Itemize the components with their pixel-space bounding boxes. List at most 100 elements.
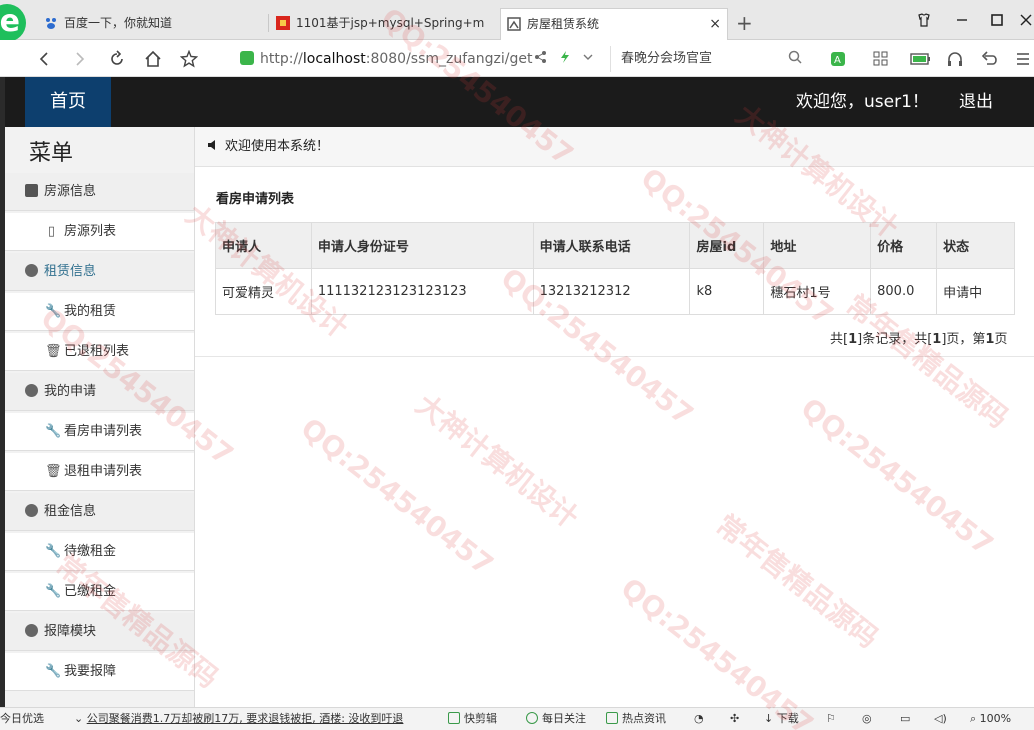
column-header: 地址 <box>763 222 872 269</box>
back-icon[interactable] <box>32 46 58 72</box>
wrench-icon: 🔧 <box>45 664 62 679</box>
item-label: 已缴租金 <box>64 584 117 599</box>
share-icon[interactable] <box>534 50 548 64</box>
sidebar: 菜单 房源信息 ▯ 房源列表 租赁信息 🔧 我的租赁 🗑 已退租列表 我的申请 🔧 看房… <box>5 127 195 707</box>
watermark-text: QQ:254540457 <box>294 411 500 582</box>
wrench-icon: 🔧 <box>45 304 62 319</box>
favorite-star-icon[interactable] <box>176 46 202 72</box>
welcome-text: 欢迎您，user1！ <box>796 92 929 112</box>
sidebar-item-report-fault[interactable]: 🔧 我要报障 <box>5 653 194 691</box>
quick-edit-button[interactable]: 快剪辑 <box>448 708 497 730</box>
viewing-requests-table: 申请人 申请人身份证号 申请人联系电话 房屋id 地址 价格 状态 可爱精灵 1… <box>215 222 1015 315</box>
group-label: 租金信息 <box>44 504 97 519</box>
item-label: 待缴租金 <box>64 544 117 559</box>
speedometer-icon[interactable]: ◔ <box>694 708 704 730</box>
tab-label: 房屋租赁系统 <box>527 17 600 31</box>
cell-house-id: k8 <box>689 268 765 315</box>
cell-address: 穗石村1号 <box>763 268 872 315</box>
browser-tab-strip: e 百度一下，你就知道 1101基于jsp+mysql+Spring+m 房屋租… <box>0 0 1034 42</box>
cell-applicant: 可爱精灵 <box>215 268 312 315</box>
close-tab-icon[interactable]: × <box>709 9 721 39</box>
listings-icon <box>25 184 38 197</box>
window-icon[interactable]: ▭ <box>900 708 910 730</box>
search-suggestion[interactable]: 春晚分会场官宣 <box>621 51 712 66</box>
notice-bar: 欢迎使用本系统！ <box>195 127 1034 167</box>
gear-icon <box>25 264 38 277</box>
minimize-icon[interactable] <box>950 8 974 35</box>
sidebar-item-my-rentals[interactable]: 🔧 我的租赁 <box>5 293 194 331</box>
sidebar-item-rent-paid[interactable]: 🔧 已缴租金 <box>5 573 194 611</box>
divider <box>195 356 1034 357</box>
window-close-icon[interactable] <box>1014 8 1034 35</box>
sidebar-item-listing-list[interactable]: ▯ 房源列表 <box>5 213 194 251</box>
new-tab-button[interactable]: + <box>736 8 753 38</box>
pager-text: ]页，第 <box>941 332 986 347</box>
column-header: 申请人联系电话 <box>532 222 691 269</box>
column-header: 申请人身份证号 <box>310 222 534 269</box>
daily-follow-button[interactable]: 每日关注 <box>526 708 586 730</box>
tab-label: 百度一下，你就知道 <box>64 16 173 30</box>
watermark-text: 大神计算机设计 <box>409 387 585 535</box>
menu-icon[interactable] <box>1014 50 1032 68</box>
pin-icon[interactable]: ✣ <box>730 708 739 730</box>
news-ticker[interactable]: ⌄ 公司聚餐消费1.7万却被刷17万, 要求退钱被拒, 酒楼: 没收到吁退 <box>74 708 403 730</box>
zoom-control[interactable]: ⌕ 100% <box>970 708 1011 730</box>
skin-icon[interactable] <box>912 8 936 36</box>
download-label: 下载 <box>776 712 799 725</box>
home-icon[interactable] <box>140 46 166 72</box>
status-item-today[interactable]: 今日优选 <box>0 708 44 730</box>
item-label: 退租申请列表 <box>64 464 143 479</box>
page-title: 看房申请列表 <box>216 192 295 207</box>
tab-label: 1101基于jsp+mysql+Spring+m <box>296 16 485 30</box>
search-box[interactable]: 春晚分会场官宣 <box>610 46 810 72</box>
sidebar-item-rent-due[interactable]: 🔧 待缴租金 <box>5 533 194 571</box>
group-label: 租赁信息 <box>44 264 97 279</box>
sidebar-item-returned-list[interactable]: 🗑 已退租列表 <box>5 333 194 371</box>
pager-text: 共[ <box>830 332 849 347</box>
battery-icon[interactable] <box>910 50 930 68</box>
wrench-icon: 🔧 <box>45 424 62 439</box>
refresh-icon[interactable] <box>104 46 130 72</box>
headphones-icon[interactable] <box>946 50 964 68</box>
hot-news-button[interactable]: 热点资讯 <box>606 708 666 730</box>
flag-icon[interactable]: ⚐ <box>826 708 836 730</box>
trash-icon: 🗑 <box>45 464 62 479</box>
speaker-icon <box>207 127 219 167</box>
download-button[interactable]: ↓ 下载 <box>764 708 799 730</box>
sidebar-group-rent[interactable]: 租金信息 <box>5 493 194 531</box>
apps-grid-icon[interactable] <box>872 50 890 68</box>
news-icon <box>606 712 618 724</box>
search-icon[interactable] <box>788 46 802 72</box>
browser-tab-active[interactable]: 房屋租赁系统 × <box>500 8 728 40</box>
item-label: 我的租赁 <box>64 304 117 319</box>
column-header: 申请人 <box>215 222 312 269</box>
chevron-down-icon[interactable] <box>582 51 594 63</box>
sidebar-item-viewing-requests[interactable]: 🔧 看房申请列表 <box>5 413 194 451</box>
maximize-icon[interactable] <box>985 8 1009 35</box>
home-nav-button[interactable]: 首页 <box>25 77 111 127</box>
sidebar-group-repair[interactable]: 报障模块 <box>5 613 194 651</box>
undo-icon[interactable] <box>980 50 998 68</box>
translate-icon[interactable]: A <box>830 50 848 68</box>
browser-tab-project[interactable]: 1101基于jsp+mysql+Spring+m <box>270 8 498 40</box>
eye-icon <box>526 712 538 724</box>
notice-text: 欢迎使用本系统！ <box>225 139 330 154</box>
logout-link[interactable]: 退出 <box>959 77 993 127</box>
cell-status: 申请中 <box>936 268 1015 315</box>
sidebar-item-return-requests[interactable]: 🗑 退租申请列表 <box>5 453 194 491</box>
volume-icon[interactable]: ◁) <box>934 708 947 730</box>
sidebar-group-rentals[interactable]: 租赁信息 <box>5 253 194 291</box>
forward-icon[interactable] <box>66 46 92 72</box>
lightning-icon[interactable] <box>558 50 572 64</box>
quick-edit-label: 快剪辑 <box>464 712 497 725</box>
table-header-row: 申请人 申请人身份证号 申请人联系电话 房屋id 地址 价格 状态 <box>215 222 1015 269</box>
trash-icon: 🗑 <box>45 344 62 359</box>
group-label: 房源信息 <box>44 184 97 199</box>
url-tools[interactable] <box>534 46 594 72</box>
sidebar-group-applications[interactable]: 我的申请 <box>5 373 194 411</box>
browser-tab-baidu[interactable]: 百度一下，你就知道 <box>38 8 266 40</box>
wrench-icon: 🔧 <box>45 544 62 559</box>
ie-icon[interactable]: ◎ <box>862 708 872 730</box>
sidebar-group-listings[interactable]: 房源信息 <box>5 173 194 211</box>
baidu-paw-icon <box>46 18 56 29</box>
